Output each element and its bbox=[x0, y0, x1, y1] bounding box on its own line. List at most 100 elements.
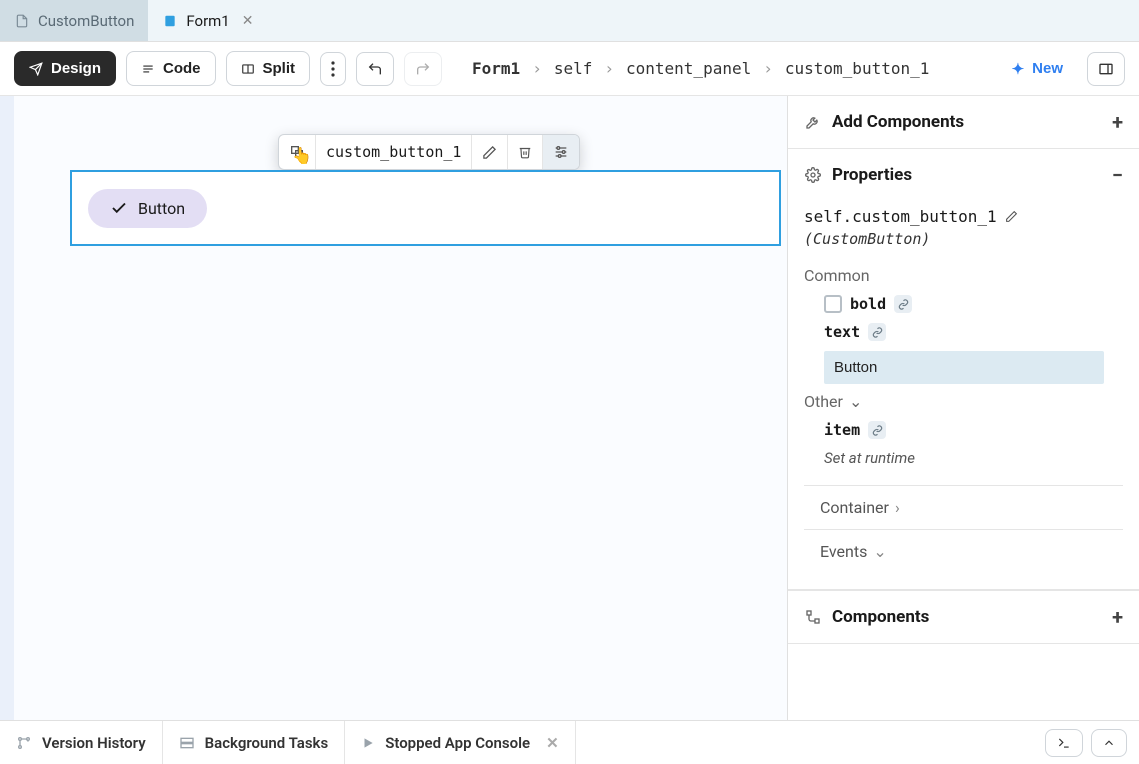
split-label: Split bbox=[263, 60, 296, 77]
chevron-up-icon bbox=[1102, 736, 1116, 750]
item-label: item bbox=[824, 421, 860, 439]
new-button[interactable]: ✦ New bbox=[998, 52, 1077, 86]
properties-header[interactable]: Properties − bbox=[788, 149, 1139, 201]
collapse-button[interactable] bbox=[1091, 729, 1127, 757]
selection-toolbar: custom_button_1 bbox=[278, 134, 580, 170]
split-button[interactable]: Split bbox=[226, 51, 311, 86]
prop-item-row: item bbox=[804, 421, 1123, 439]
background-tasks-label: Background Tasks bbox=[205, 734, 329, 752]
bottom-right-icons bbox=[1045, 729, 1139, 757]
panel-title: Add Components bbox=[832, 112, 964, 132]
branch-icon bbox=[16, 735, 32, 751]
bottom-bar: Version History Background Tasks Stopped… bbox=[0, 720, 1139, 764]
design-button[interactable]: Design bbox=[14, 51, 116, 86]
group-container-label: Container bbox=[820, 498, 889, 517]
link-icon[interactable] bbox=[868, 323, 886, 341]
chevron-down-icon: ⌄ bbox=[849, 392, 862, 411]
group-container[interactable]: Container › bbox=[804, 486, 1123, 529]
app-console-label: Stopped App Console bbox=[385, 734, 530, 752]
gear-icon bbox=[804, 166, 822, 184]
add-components-header[interactable]: Add Components + bbox=[788, 96, 1139, 148]
select-parent-button[interactable] bbox=[279, 135, 316, 169]
sparkle-icon: ✦ bbox=[1012, 60, 1025, 78]
group-common[interactable]: Common bbox=[804, 266, 1123, 285]
tab-form1[interactable]: Form1 ✕ bbox=[148, 0, 267, 41]
code-button[interactable]: Code bbox=[126, 51, 216, 86]
toolbar: Design Code Split Form1 › self › content… bbox=[0, 42, 1139, 96]
minus-icon[interactable]: − bbox=[1112, 163, 1123, 187]
layout-icon bbox=[241, 62, 255, 76]
breadcrumb-root[interactable]: Form1 bbox=[472, 59, 520, 78]
check-icon bbox=[110, 199, 128, 217]
plus-icon[interactable]: + bbox=[1112, 110, 1123, 134]
group-other[interactable]: Other ⌄ bbox=[804, 392, 1123, 411]
panel-icon bbox=[1098, 61, 1114, 77]
console-button[interactable] bbox=[1045, 729, 1083, 757]
prop-bold-row: bold bbox=[804, 295, 1123, 313]
custom-button-instance[interactable]: Button bbox=[88, 189, 207, 228]
file-icon bbox=[14, 13, 30, 29]
plus-icon[interactable]: + bbox=[1112, 605, 1123, 629]
breadcrumb-item[interactable]: content_panel bbox=[626, 59, 751, 78]
components-section: Components + bbox=[788, 590, 1139, 644]
breadcrumb: Form1 › self › content_panel › custom_bu… bbox=[472, 59, 929, 78]
kebab-icon bbox=[331, 61, 335, 77]
pencil-icon bbox=[482, 145, 497, 160]
panel-title: Properties bbox=[832, 165, 912, 185]
design-label: Design bbox=[51, 60, 101, 77]
properties-section: Properties − self.custom_button_1 (Custo… bbox=[788, 149, 1139, 590]
chevron-down-icon: ⌄ bbox=[873, 542, 886, 561]
selected-component-frame[interactable]: Button bbox=[70, 170, 781, 246]
app-console-tab[interactable]: Stopped App Console ✕ bbox=[345, 721, 575, 764]
design-canvas[interactable]: custom_button_1 👆 Button bbox=[0, 96, 787, 720]
code-label: Code bbox=[163, 60, 201, 77]
text-input[interactable] bbox=[824, 351, 1104, 384]
chevron-right-icon: › bbox=[532, 59, 542, 78]
background-tasks-tab[interactable]: Background Tasks bbox=[163, 721, 346, 764]
add-components-section: Add Components + bbox=[788, 96, 1139, 149]
bold-checkbox[interactable] bbox=[824, 295, 842, 313]
delete-button[interactable] bbox=[508, 135, 543, 169]
group-events[interactable]: Events ⌄ bbox=[804, 530, 1123, 573]
list-icon bbox=[141, 62, 155, 76]
undo-button[interactable] bbox=[356, 52, 394, 86]
component-path: self.custom_button_1 bbox=[804, 207, 1123, 226]
properties-body: self.custom_button_1 (CustomButton) Comm… bbox=[788, 201, 1139, 589]
close-icon[interactable]: ✕ bbox=[546, 734, 559, 752]
redo-button[interactable] bbox=[404, 52, 442, 86]
edit-button[interactable] bbox=[472, 135, 508, 169]
group-events-label: Events bbox=[820, 542, 867, 561]
bold-label: bold bbox=[850, 295, 886, 313]
trash-icon bbox=[518, 144, 532, 160]
text-label: text bbox=[824, 323, 860, 341]
box-icon bbox=[289, 144, 305, 160]
play-icon bbox=[361, 736, 375, 750]
component-path-text: self.custom_button_1 bbox=[804, 207, 997, 226]
more-button[interactable] bbox=[320, 52, 346, 86]
main: custom_button_1 👆 Button bbox=[0, 96, 1139, 720]
link-icon[interactable] bbox=[868, 421, 886, 439]
component-type: (CustomButton) bbox=[804, 230, 1123, 248]
panel-toggle-button[interactable] bbox=[1087, 52, 1125, 86]
chevron-right-icon: › bbox=[604, 59, 614, 78]
paper-plane-icon bbox=[29, 62, 43, 76]
terminal-icon bbox=[1056, 736, 1072, 750]
version-history-label: Version History bbox=[42, 734, 146, 752]
new-label: New bbox=[1032, 60, 1063, 77]
item-note: Set at runtime bbox=[824, 449, 1123, 467]
settings-button[interactable] bbox=[543, 135, 579, 169]
pencil-icon[interactable] bbox=[1005, 210, 1018, 223]
canvas-gutter bbox=[0, 96, 14, 720]
wrench-icon bbox=[804, 113, 822, 131]
right-panel: Add Components + Properties − self.custo… bbox=[787, 96, 1139, 720]
redo-icon bbox=[415, 61, 431, 77]
close-icon[interactable]: ✕ bbox=[242, 13, 254, 29]
panel-title: Components bbox=[832, 607, 929, 627]
version-history-tab[interactable]: Version History bbox=[0, 721, 163, 764]
components-header[interactable]: Components + bbox=[788, 591, 1139, 643]
breadcrumb-item[interactable]: self bbox=[554, 59, 593, 78]
link-icon[interactable] bbox=[894, 295, 912, 313]
tab-custombutton[interactable]: CustomButton bbox=[0, 0, 148, 41]
selection-name[interactable]: custom_button_1 bbox=[316, 135, 472, 169]
breadcrumb-item[interactable]: custom_button_1 bbox=[785, 59, 930, 78]
